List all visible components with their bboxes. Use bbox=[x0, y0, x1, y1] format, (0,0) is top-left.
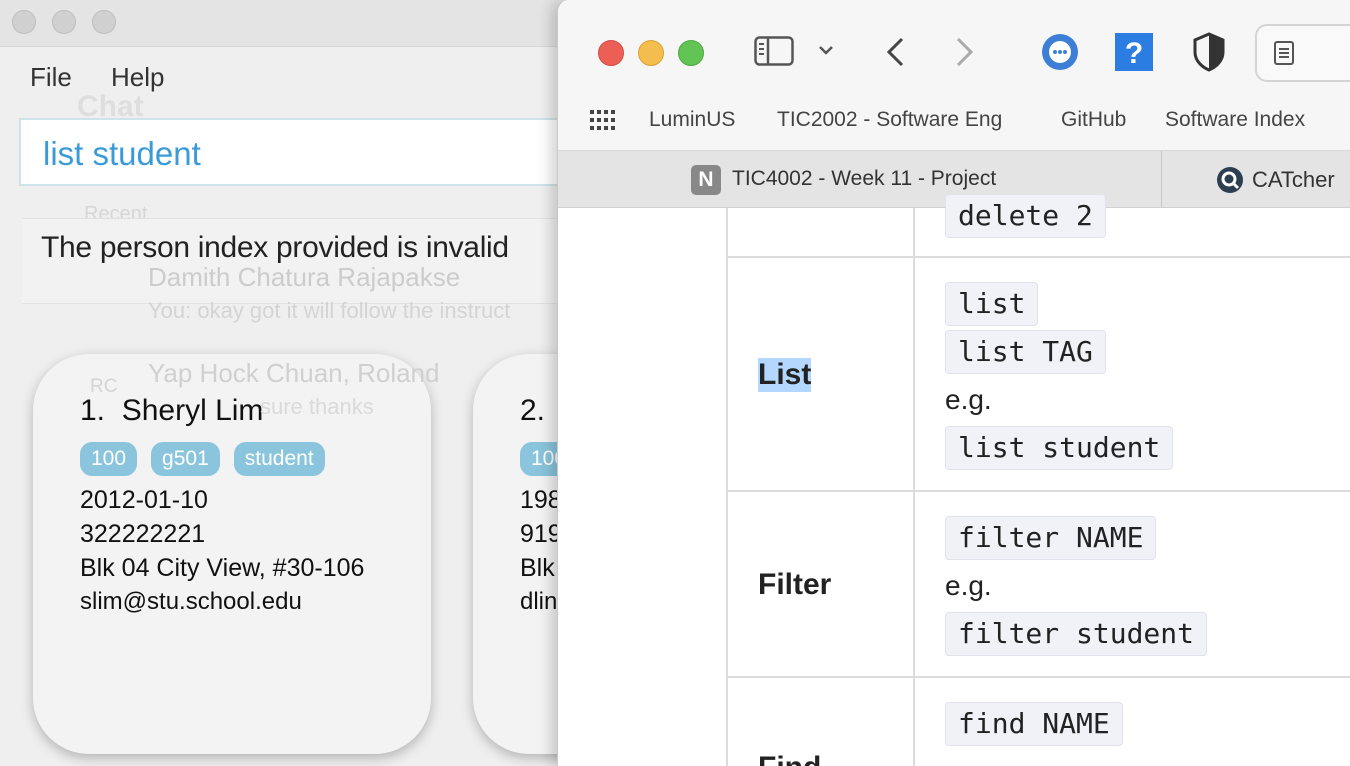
shield-icon[interactable] bbox=[1192, 32, 1226, 72]
menu-file[interactable]: File bbox=[30, 62, 72, 93]
browser-toolbar: ? LuminUS TIC2002 - Software Eng GitHub … bbox=[558, 0, 1350, 151]
code-snippet: filter student bbox=[945, 612, 1208, 656]
command-input-text: list student bbox=[43, 135, 201, 172]
code-snippet: find NAME bbox=[945, 702, 1123, 746]
catcher-favicon-icon bbox=[1217, 167, 1243, 193]
result-message: The person index provided is invalid bbox=[41, 231, 509, 264]
ghost-contact-initials: RC bbox=[90, 376, 118, 397]
ghost-contact-name-2: Yap Hock Chuan, Roland bbox=[148, 358, 440, 388]
svg-text:?: ? bbox=[1125, 37, 1143, 70]
ghost-contact-message: You: okay got it will follow the instruc… bbox=[148, 298, 511, 323]
notion-favicon-icon: N bbox=[691, 165, 721, 195]
person-name: 2. bbox=[520, 394, 546, 427]
app-titlebar bbox=[0, 0, 600, 47]
table-border bbox=[913, 208, 915, 766]
tag-list: 100 g501 student bbox=[80, 442, 325, 476]
person-email: slim@stu.school.edu bbox=[80, 588, 302, 615]
address-bar[interactable] bbox=[1255, 24, 1350, 82]
menu-bar: File Help bbox=[0, 50, 600, 106]
tag-badge: g501 bbox=[151, 442, 220, 476]
tag-badge: 100 bbox=[80, 442, 138, 476]
person-phone: 322222221 bbox=[80, 520, 206, 548]
person-name: 1. Sheryl Lim bbox=[80, 394, 264, 427]
bookmark-luminus[interactable]: LuminUS bbox=[649, 108, 735, 132]
eg-text: e.g. bbox=[945, 756, 992, 766]
eg-text: e.g. bbox=[945, 570, 992, 601]
command-input[interactable]: list student bbox=[19, 118, 599, 186]
ghost-contact-message-2: sure thanks bbox=[260, 394, 374, 419]
eg-text: e.g. bbox=[945, 384, 992, 415]
code-snippet: filter NAME bbox=[945, 516, 1157, 560]
table-border bbox=[726, 490, 1350, 492]
table-border bbox=[726, 208, 728, 766]
reader-icon[interactable] bbox=[1273, 40, 1295, 66]
table-border bbox=[726, 256, 1350, 258]
minimize-button[interactable] bbox=[638, 40, 664, 66]
extension-chat-icon[interactable] bbox=[1040, 32, 1080, 72]
app-maximize-button[interactable] bbox=[92, 10, 116, 34]
page-content: delete 2 List list list TAG e.g. list st… bbox=[558, 194, 1350, 766]
row-label-find: Find bbox=[758, 751, 821, 766]
code-snippet: list bbox=[945, 282, 1039, 326]
app-minimize-button[interactable] bbox=[52, 10, 76, 34]
bookmark-tic2002[interactable]: TIC2002 - Software Eng bbox=[777, 108, 1002, 132]
bookmark-github[interactable]: GitHub bbox=[1061, 108, 1126, 132]
browser-window: ? LuminUS TIC2002 - Software Eng GitHub … bbox=[557, 0, 1350, 766]
close-button[interactable] bbox=[598, 40, 624, 66]
app-close-button[interactable] bbox=[12, 10, 36, 34]
person-address: Blk bbox=[520, 554, 555, 582]
tag-badge: student bbox=[233, 442, 325, 476]
forward-icon[interactable] bbox=[954, 36, 976, 68]
row-label-filter: Filter bbox=[758, 568, 832, 601]
row-label-list: List bbox=[758, 358, 812, 392]
person-phone: 919 bbox=[520, 520, 562, 548]
addressbook-window: Chat Recent Damith Chatura Rajapakse You… bbox=[0, 0, 600, 766]
tab-label: CATcher bbox=[1252, 167, 1335, 192]
menu-help[interactable]: Help bbox=[111, 62, 164, 93]
person-address: Blk 04 City View, #30-106 bbox=[80, 554, 365, 582]
help-extension-icon[interactable]: ? bbox=[1114, 32, 1154, 72]
bookmark-software-index[interactable]: Software Index bbox=[1165, 108, 1305, 132]
person-email: dlin bbox=[520, 588, 558, 615]
code-snippet: delete 2 bbox=[945, 194, 1106, 238]
person-date: 198 bbox=[520, 486, 562, 514]
tab-catcher[interactable]: CATcher bbox=[1162, 151, 1350, 207]
code-snippet: list TAG bbox=[945, 330, 1106, 374]
chevron-down-icon[interactable] bbox=[818, 44, 834, 56]
back-icon[interactable] bbox=[884, 36, 906, 68]
person-date: 2012-01-10 bbox=[80, 486, 208, 514]
table-border bbox=[726, 676, 1350, 678]
apps-grid-icon[interactable] bbox=[590, 110, 616, 130]
maximize-button[interactable] bbox=[678, 40, 704, 66]
ghost-contact-name: Damith Chatura Rajapakse bbox=[148, 262, 461, 292]
sidebar-icon[interactable] bbox=[754, 36, 794, 66]
tab-label: TIC4002 - Week 11 - Project bbox=[732, 167, 997, 190]
code-snippet: list student bbox=[945, 426, 1174, 470]
